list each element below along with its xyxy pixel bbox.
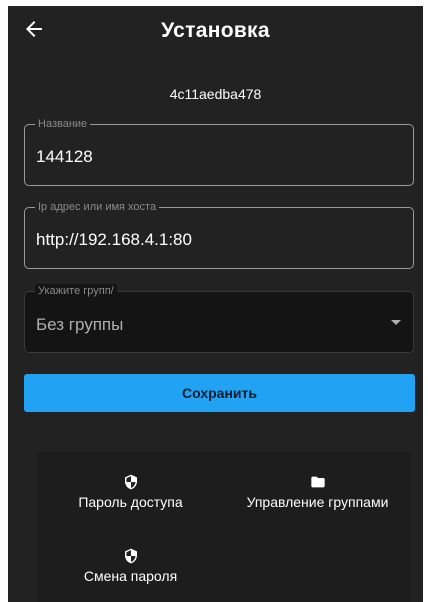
app-screen: Установка 4c11aedba478 Название 144128 I…	[8, 6, 423, 602]
manage-groups-label: Управление группами	[246, 494, 389, 510]
change-password-label: Смена пароля	[83, 568, 178, 584]
host-field-value[interactable]: http://192.168.4.1:80	[36, 230, 192, 250]
app-bar: Установка	[8, 6, 423, 56]
folder-icon	[310, 476, 325, 488]
host-field[interactable]: Ip адрес или имя хоста http://192.168.4.…	[24, 200, 414, 269]
device-id: 4c11aedba478	[169, 86, 262, 102]
group-select-label: Укажите групп/	[35, 284, 117, 298]
save-button[interactable]: Сохранить	[24, 374, 415, 412]
change-password-button[interactable]: Смена пароля	[37, 526, 224, 600]
group-select-value[interactable]: Без группы	[36, 315, 123, 335]
access-password-button[interactable]: Пароль доступа	[37, 452, 224, 526]
actions-panel: Пароль доступа Управление группами Смена…	[37, 452, 411, 602]
settings-form: 4c11aedba478 Название 144128 Ip адрес ил…	[8, 56, 423, 602]
access-password-label: Пароль доступа	[78, 494, 183, 510]
page-title: Установка	[161, 19, 270, 42]
manage-groups-button[interactable]: Управление группами	[224, 452, 411, 526]
shield-icon	[124, 548, 137, 564]
group-select[interactable]: Укажите групп/ Без группы	[24, 284, 414, 353]
name-field-label: Название	[35, 117, 91, 131]
caret-down-icon[interactable]	[391, 320, 401, 325]
name-field-value[interactable]: 144128	[36, 147, 93, 167]
back-arrow-icon[interactable]	[22, 17, 46, 41]
host-field-label: Ip адрес или имя хоста	[35, 200, 160, 214]
shield-icon	[124, 474, 137, 490]
name-field[interactable]: Название 144128	[24, 117, 414, 186]
